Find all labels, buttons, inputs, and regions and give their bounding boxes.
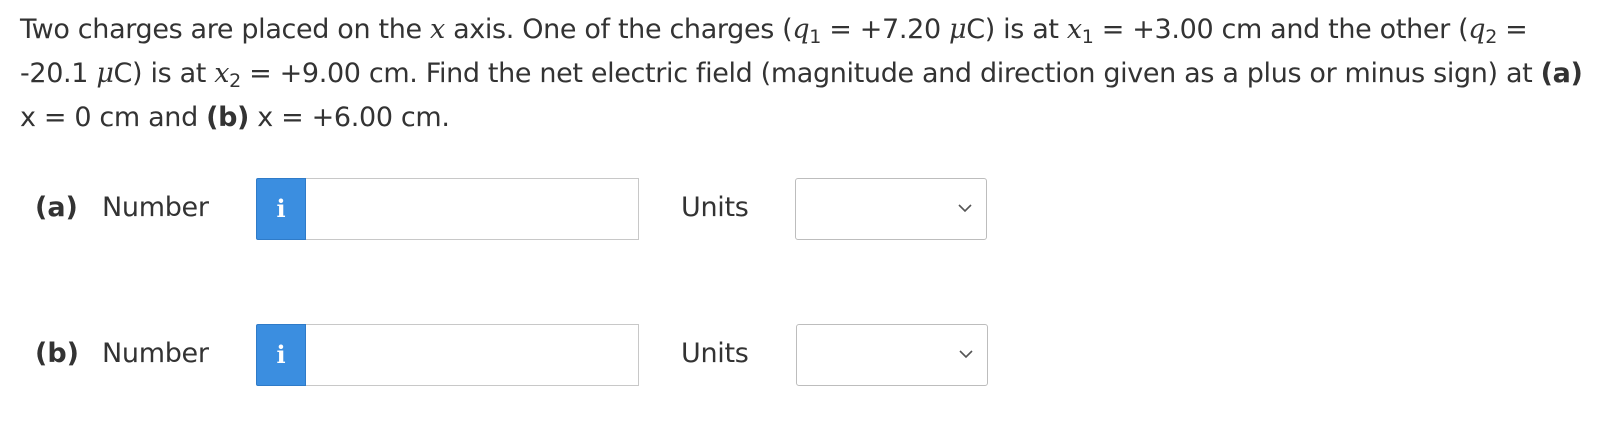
question-text: Two charges are placed on the x axis. On…	[20, 8, 1590, 140]
units-dropdown-a[interactable]	[795, 178, 987, 240]
number-input-b[interactable]	[306, 324, 639, 386]
part-a-reference: (a)	[1540, 58, 1583, 89]
x-variable: x	[429, 14, 445, 45]
subscript: 2	[1485, 26, 1497, 48]
part-b-reference: (b)	[206, 102, 250, 133]
question-segment: axis. One of the charges (	[444, 14, 793, 45]
info-icon[interactable]: i	[256, 178, 306, 240]
subscript: 1	[1081, 26, 1094, 48]
question-segment: = +7.20	[821, 14, 950, 45]
number-label: Number	[102, 192, 209, 223]
units-dropdown-b[interactable]	[796, 324, 988, 386]
q-variable: q	[1468, 14, 1486, 45]
q-variable: q	[792, 14, 810, 45]
question-segment: = +9.00 cm. Find the net electric field …	[240, 58, 1541, 89]
micro-symbol: μ	[949, 14, 967, 45]
subscript: 2	[229, 70, 241, 92]
question-segment: x = 0 cm and	[20, 102, 207, 133]
x-variable: x	[214, 58, 230, 89]
question-segment: Two charges are placed on the	[20, 14, 430, 45]
number-input-a[interactable]	[306, 178, 639, 240]
answer-row-a: (a) Number i Units	[0, 178, 1100, 242]
question-segment: = +3.00 cm and the other (	[1093, 14, 1469, 45]
units-label: Units	[681, 338, 749, 369]
chevron-down-icon	[959, 350, 973, 359]
chevron-down-icon	[958, 204, 972, 213]
subscript: 1	[809, 26, 822, 48]
part-label: (b)	[35, 338, 80, 369]
micro-symbol: μ	[96, 58, 114, 89]
x-variable: x	[1066, 14, 1082, 45]
question-segment: C) is at	[113, 58, 215, 89]
answer-row-b: (b) Number i Units	[0, 324, 1100, 388]
question-segment: x = +6.00 cm.	[249, 102, 450, 133]
question-segment: C) is at	[966, 14, 1067, 45]
number-label: Number	[102, 338, 209, 369]
info-icon[interactable]: i	[256, 324, 306, 386]
part-label: (a)	[35, 192, 78, 223]
units-label: Units	[681, 192, 749, 223]
